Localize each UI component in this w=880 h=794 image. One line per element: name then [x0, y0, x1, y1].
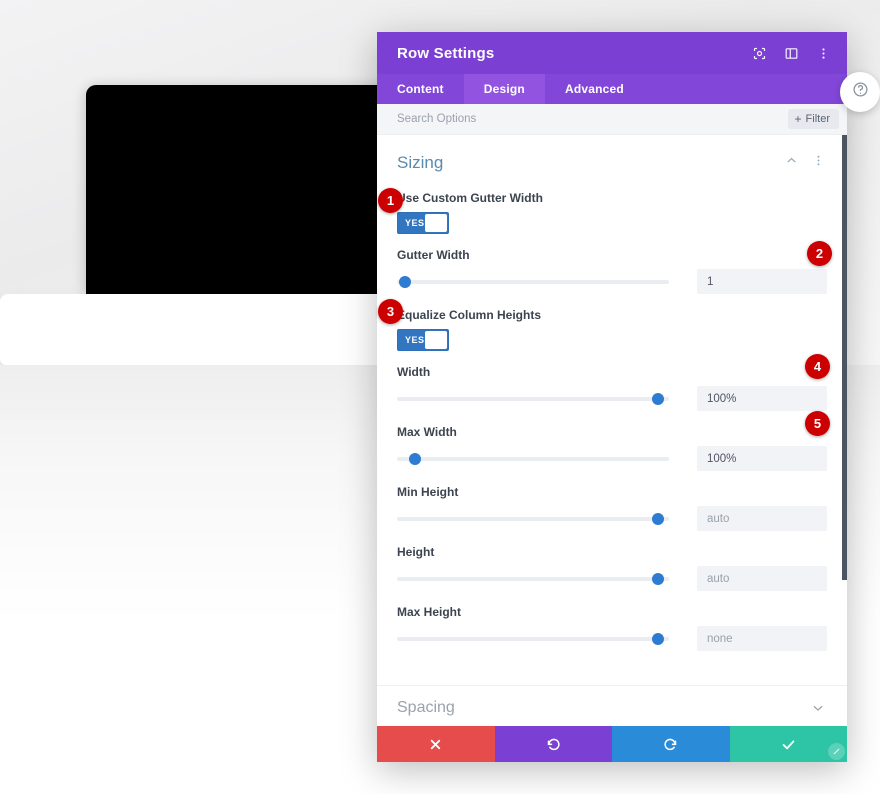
- toggle-value-label: YES: [405, 218, 425, 228]
- section-more-options-icon[interactable]: [812, 154, 825, 172]
- slider-track: [397, 456, 669, 461]
- undo-icon: [545, 736, 562, 753]
- field-label: Max Height: [397, 605, 462, 619]
- slider-row: auto: [397, 506, 827, 531]
- save-button[interactable]: [729, 726, 847, 762]
- slider-row: 1: [397, 269, 827, 294]
- slider-track: [397, 279, 669, 284]
- preview-icon[interactable]: [751, 45, 767, 61]
- toggle-knob: [424, 331, 447, 349]
- modal-body: Sizing Use Custom Gutter Width YES Gutte…: [377, 135, 847, 726]
- slider-row: none: [397, 626, 827, 651]
- field-width: Width 100%: [377, 365, 847, 411]
- scrollbar-track[interactable]: [842, 135, 847, 726]
- plus-icon: +: [794, 112, 802, 126]
- step-badge-2: 2: [807, 241, 832, 266]
- scrollbar-thumb[interactable]: [842, 135, 847, 580]
- step-badge-4: 4: [805, 354, 830, 379]
- slider-min-height[interactable]: [397, 511, 669, 527]
- slider-track: [397, 636, 669, 641]
- slider-knob[interactable]: [652, 512, 665, 525]
- chevron-down-icon[interactable]: [811, 701, 825, 715]
- layout-icon[interactable]: [783, 45, 799, 61]
- input-min-height[interactable]: auto: [697, 506, 827, 531]
- search-bar: + Filter: [377, 104, 847, 135]
- slider-knob[interactable]: [652, 632, 665, 645]
- section-title-sizing: Sizing: [397, 153, 444, 172]
- tab-advanced[interactable]: Advanced: [545, 74, 644, 104]
- section-title-spacing: Spacing: [397, 698, 455, 716]
- slider-row: auto: [397, 566, 827, 591]
- page-title: Row Settings: [397, 44, 495, 62]
- field-label: Height: [397, 545, 435, 559]
- tab-bar: Content Design Advanced: [377, 74, 847, 104]
- more-options-icon[interactable]: [815, 45, 831, 61]
- section-controls: [785, 154, 825, 172]
- step-badge-3: 3: [378, 299, 403, 324]
- slider-row: 100%: [397, 386, 827, 411]
- slider-track: [397, 516, 669, 521]
- resize-diagonal-icon: [831, 746, 842, 757]
- input-gutter-width[interactable]: 1: [697, 269, 827, 294]
- field-label: Use Custom Gutter Width: [397, 191, 543, 205]
- undo-button[interactable]: [494, 726, 612, 762]
- field-label: Equalize Column Heights: [397, 308, 542, 322]
- redo-icon: [662, 736, 679, 753]
- slider-gutter-width[interactable]: [397, 274, 669, 290]
- field-max-width: Max Width 100%: [377, 425, 847, 471]
- step-badge-1: 1: [378, 188, 403, 213]
- input-height[interactable]: auto: [697, 566, 827, 591]
- step-badge-5: 5: [805, 411, 830, 436]
- redo-button[interactable]: [612, 726, 730, 762]
- modal-header: Row Settings: [377, 32, 847, 74]
- slider-track: [397, 396, 669, 401]
- toggle-value-label: YES: [405, 335, 425, 345]
- filter-button[interactable]: + Filter: [787, 109, 839, 129]
- toggle-knob: [424, 214, 447, 232]
- close-icon: [428, 737, 443, 752]
- field-max-height: Max Height none: [377, 605, 847, 651]
- field-height: Height auto: [377, 545, 847, 591]
- input-width[interactable]: 100%: [697, 386, 827, 411]
- slider-knob[interactable]: [652, 572, 665, 585]
- field-use-custom-gutter-width: Use Custom Gutter Width YES: [377, 191, 847, 234]
- field-label: Width: [397, 365, 431, 379]
- help-circle-icon: [852, 81, 869, 103]
- slider-row: 100%: [397, 446, 827, 471]
- slider-height[interactable]: [397, 571, 669, 587]
- options-scroll-pane: Sizing Use Custom Gutter Width YES Gutte…: [377, 135, 847, 726]
- resize-handle[interactable]: [828, 743, 845, 760]
- field-label: Gutter Width: [397, 248, 470, 262]
- filter-button-label: Filter: [805, 113, 830, 125]
- field-equalize-column-heights: Equalize Column Heights YES: [377, 308, 847, 351]
- modal-footer-actions: [377, 726, 847, 762]
- field-min-height: Min Height auto: [377, 485, 847, 531]
- slider-knob[interactable]: [652, 392, 665, 405]
- slider-width[interactable]: [397, 391, 669, 407]
- field-label: Max Width: [397, 425, 457, 439]
- toggle-equalize-column-heights[interactable]: YES: [397, 329, 449, 351]
- input-max-width[interactable]: 100%: [697, 446, 827, 471]
- slider-track: [397, 576, 669, 581]
- slider-knob[interactable]: [408, 452, 421, 465]
- field-label: Min Height: [397, 485, 459, 499]
- slider-knob[interactable]: [399, 275, 412, 288]
- chevron-up-icon[interactable]: [785, 154, 798, 172]
- help-floating-button[interactable]: [840, 72, 880, 112]
- cancel-button[interactable]: [377, 726, 495, 762]
- field-gutter-width: Gutter Width 1: [377, 248, 847, 294]
- section-header-sizing[interactable]: Sizing: [377, 135, 847, 177]
- input-max-height[interactable]: none: [697, 626, 827, 651]
- toggle-use-custom-gutter-width[interactable]: YES: [397, 212, 449, 234]
- search-input[interactable]: [395, 112, 788, 126]
- slider-max-width[interactable]: [397, 451, 669, 467]
- row-settings-modal: Row Settings Content Design Advanced Sea…: [377, 32, 847, 762]
- header-icon-group: [751, 45, 831, 61]
- section-header-spacing[interactable]: Spacing: [377, 685, 847, 726]
- tab-content[interactable]: Content: [377, 74, 464, 104]
- tab-design[interactable]: Design: [463, 74, 545, 104]
- slider-max-height[interactable]: [397, 631, 669, 647]
- check-icon: [780, 736, 797, 753]
